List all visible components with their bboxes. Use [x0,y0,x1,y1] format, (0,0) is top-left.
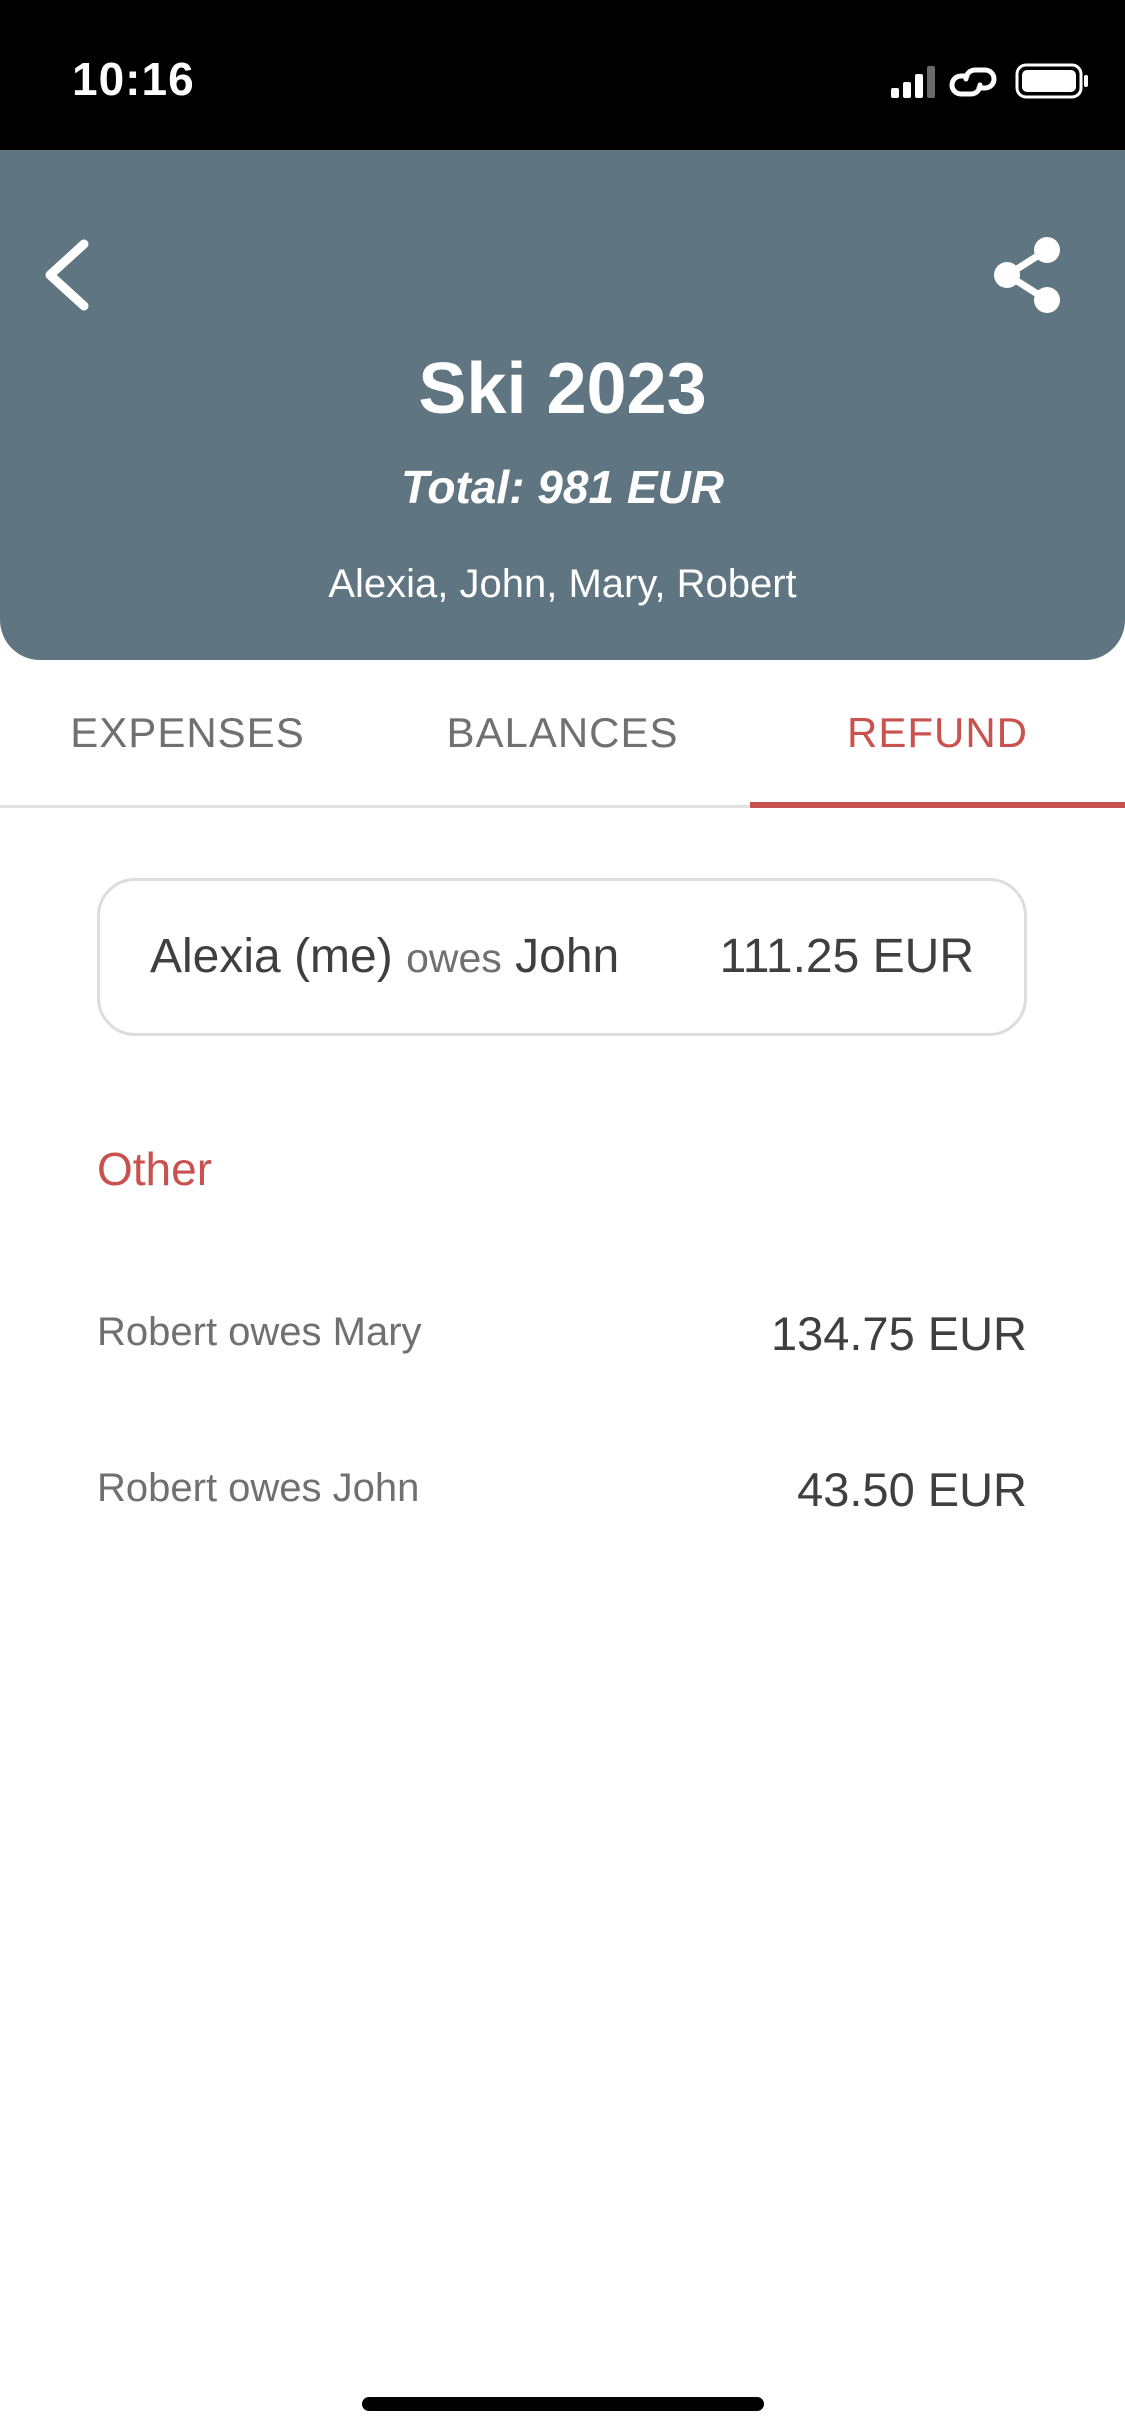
back-button[interactable] [40,230,100,320]
tab-bar: EXPENSES BALANCES REFUND [0,660,1125,808]
trip-total: Total: 981 EUR [401,461,724,513]
trip-header: Ski 2023 Total: 981 EUR Alexia, John, Ma… [0,150,1125,660]
other-section-title: Other [97,1143,213,1195]
list-item[interactable]: Robert owes John 43.50 EUR [97,1446,1027,1536]
my-refund-description: Alexia (me) owes John [150,881,619,1034]
trip-members: Alexia, John, Mary, Robert [328,562,797,606]
debtor-name: Alexia (me) [150,930,393,983]
my-refund-card[interactable]: Alexia (me) owes John 111.25 EUR [97,878,1027,1036]
my-refund-amount: 111.25 EUR [719,930,974,983]
link-icon [949,67,997,97]
signal-icon [891,66,935,98]
refund-amount: 43.50 EUR [797,1463,1027,1516]
battery-icon [1015,63,1088,99]
trip-title: Ski 2023 [418,349,707,429]
refund-description: Robert owes John [97,1466,420,1510]
tab-balances[interactable]: BALANCES [375,660,750,805]
tab-refund[interactable]: REFUND [750,660,1125,805]
creditor-name: John [515,930,620,983]
share-icon [994,237,1060,313]
tab-expenses[interactable]: EXPENSES [0,660,375,805]
refund-description: Robert owes Mary [97,1310,422,1354]
share-button[interactable] [983,230,1073,320]
status-bar: 10:16 [0,0,1125,150]
owes-label: owes [406,935,502,981]
status-icons [891,60,1091,102]
refund-amount: 134.75 EUR [770,1307,1027,1360]
list-item[interactable]: Robert owes Mary 134.75 EUR [97,1290,1027,1380]
chevron-left-icon [45,239,89,311]
active-tab-indicator [750,802,1125,808]
home-indicator[interactable] [362,2397,764,2411]
status-time: 10:16 [72,53,195,105]
